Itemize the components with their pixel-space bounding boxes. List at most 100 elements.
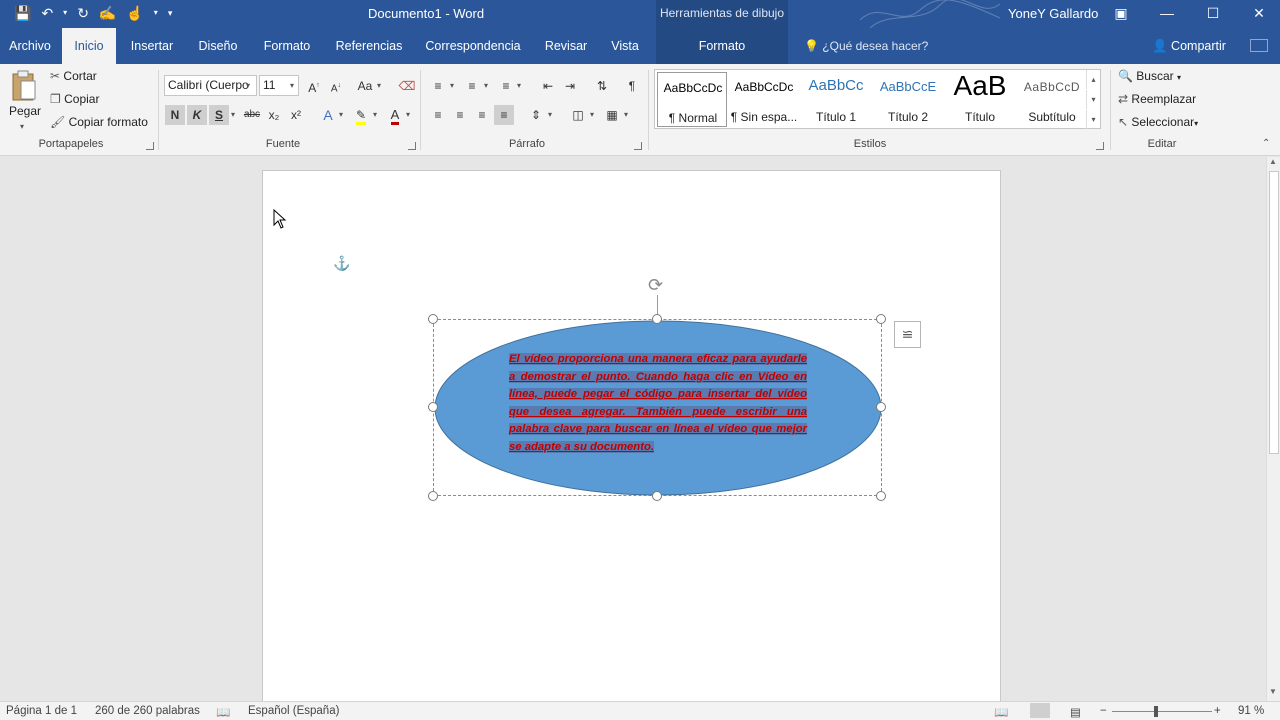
justify-icon[interactable]: ≡ <box>494 105 514 125</box>
minimize-button[interactable]: — <box>1144 0 1190 28</box>
italic-button[interactable]: K <box>187 105 207 125</box>
highlight-dropdown-icon[interactable]: ▾ <box>373 110 377 119</box>
numbering-icon[interactable]: ≡ <box>462 76 482 96</box>
zoom-in-icon[interactable]: + <box>1214 705 1221 717</box>
text-effects-dropdown-icon[interactable]: ▾ <box>339 110 343 119</box>
grow-font-icon[interactable]: A↑ <box>304 76 324 96</box>
shading-icon[interactable]: ◫ <box>568 105 588 125</box>
text-effects-icon[interactable]: A <box>318 105 338 125</box>
resize-handle-nw[interactable] <box>428 314 438 324</box>
ribbon-display-options-icon[interactable]: ▣ <box>1098 0 1144 28</box>
tab-inicio[interactable]: Inicio <box>62 28 116 64</box>
show-formatting-icon[interactable]: ¶ <box>622 76 642 96</box>
clear-formatting-icon[interactable]: ⌫ <box>397 76 417 96</box>
clipboard-launcher-icon[interactable] <box>146 142 154 150</box>
touch-pointer-icon[interactable]: ☝ <box>126 4 143 22</box>
resize-handle-sw[interactable] <box>428 491 438 501</box>
share-button[interactable]: 👤 Compartir <box>1152 28 1226 64</box>
tab-formato-drawing[interactable]: Formato <box>656 28 788 64</box>
decrease-indent-icon[interactable]: ⇤ <box>538 76 558 96</box>
style-heading-1[interactable]: AaBbCc Título 1 <box>801 72 871 127</box>
line-spacing-icon[interactable]: ⇕ <box>526 105 546 125</box>
align-left-icon[interactable]: ≡ <box>428 105 448 125</box>
language[interactable]: Español (España) <box>248 705 339 717</box>
resize-handle-se[interactable] <box>876 491 886 501</box>
style-subtitle[interactable]: AaBbCcD Subtítulo <box>1017 72 1087 127</box>
superscript-button[interactable]: x² <box>286 105 306 125</box>
styles-scroll-up-icon[interactable]: ▴ <box>1086 70 1100 89</box>
numbering-dropdown-icon[interactable]: ▾ <box>484 81 488 90</box>
align-right-icon[interactable]: ≡ <box>472 105 492 125</box>
shape-text[interactable]: El vídeo proporciona una manera eficaz p… <box>509 351 807 457</box>
multilevel-list-icon[interactable]: ≡ <box>496 76 516 96</box>
line-spacing-dropdown-icon[interactable]: ▾ <box>548 110 552 119</box>
tab-referencias[interactable]: Referencias <box>332 28 406 64</box>
tab-diseno[interactable]: Diseño <box>192 28 244 64</box>
undo-dropdown-icon[interactable]: ▾ <box>63 4 67 22</box>
styles-launcher-icon[interactable] <box>1096 142 1104 150</box>
underline-button[interactable]: S <box>209 105 229 125</box>
resize-handle-s[interactable] <box>652 491 662 501</box>
paste-button[interactable] <box>10 69 38 103</box>
align-center-icon[interactable]: ≡ <box>450 105 470 125</box>
tab-insertar[interactable]: Insertar <box>124 28 180 64</box>
tab-revisar[interactable]: Revisar <box>540 28 592 64</box>
paste-label[interactable]: Pegar <box>9 104 41 118</box>
tell-me-box[interactable]: 💡 ¿Qué desea hacer? <box>804 28 928 64</box>
zoom-level[interactable]: 91 % <box>1238 705 1264 717</box>
font-color-icon[interactable]: A <box>385 105 405 125</box>
multilevel-dropdown-icon[interactable]: ▾ <box>517 81 521 90</box>
font-name-input[interactable]: Calibri (Cuerpo <box>164 75 257 96</box>
rotate-handle-icon[interactable]: ⟳ <box>648 275 663 296</box>
styles-scroll-down-icon[interactable]: ▾ <box>1086 90 1100 109</box>
word-count[interactable]: 260 de 260 palabras <box>95 705 200 717</box>
undo-icon[interactable]: ↶ <box>41 4 53 22</box>
proofing-icon[interactable]: 📖 <box>216 705 230 719</box>
tab-archivo[interactable]: Archivo <box>0 28 60 64</box>
change-case-button[interactable]: Aa <box>355 76 375 96</box>
font-launcher-icon[interactable] <box>408 142 416 150</box>
save-icon[interactable]: 💾 <box>14 4 31 22</box>
tab-formato[interactable]: Formato <box>256 28 318 64</box>
font-color-dropdown-icon[interactable]: ▾ <box>406 110 410 119</box>
sort-icon[interactable]: ⇅ <box>592 76 612 96</box>
replace-button[interactable]: ⇄ Reemplazar <box>1118 92 1196 106</box>
style-normal[interactable]: AaBbCcDc ¶ Normal <box>657 72 727 127</box>
find-button[interactable]: 🔍 Buscar ▾ <box>1118 69 1181 83</box>
zoom-slider-thumb[interactable] <box>1154 706 1158 717</box>
read-mode-icon[interactable]: 📖 <box>994 705 1008 719</box>
font-size-dropdown-icon[interactable]: ▾ <box>290 81 294 90</box>
format-painter-button[interactable]: 🖌 Copiar formato <box>50 115 148 129</box>
resize-handle-e[interactable] <box>876 402 886 412</box>
layout-options-icon[interactable]: ≌ <box>894 321 921 348</box>
style-no-spacing[interactable]: AaBbCcDc ¶ Sin espa... <box>729 72 799 127</box>
resize-handle-w[interactable] <box>428 402 438 412</box>
touch-mode-icon[interactable]: ✍ <box>99 4 116 22</box>
borders-icon[interactable]: ▦ <box>602 105 622 125</box>
scroll-thumb[interactable] <box>1269 171 1279 454</box>
bullets-dropdown-icon[interactable]: ▾ <box>450 81 454 90</box>
vertical-scrollbar[interactable]: ▲ ▼ <box>1266 157 1280 701</box>
comments-icon[interactable] <box>1250 39 1268 52</box>
redo-icon[interactable]: ↻ <box>77 4 89 22</box>
increase-indent-icon[interactable]: ⇥ <box>560 76 580 96</box>
document-page[interactable]: ⚓ ⟳ ≌ El vídeo proporciona una manera ef… <box>262 170 1001 701</box>
select-button[interactable]: ↖ Seleccionar▾ <box>1118 115 1198 129</box>
scroll-down-icon[interactable]: ▼ <box>1269 687 1277 696</box>
touch-dropdown-icon[interactable]: ▾ <box>154 4 158 22</box>
change-case-dropdown-icon[interactable]: ▾ <box>377 81 381 90</box>
highlight-icon[interactable]: ✎ <box>351 105 371 125</box>
collapse-ribbon-icon[interactable]: ⌃ <box>1262 138 1270 149</box>
paste-dropdown-icon[interactable]: ▾ <box>20 122 24 131</box>
maximize-button[interactable]: ☐ <box>1190 0 1236 28</box>
close-button[interactable]: ✕ <box>1236 0 1280 28</box>
user-name[interactable]: YoneY Gallardo <box>1008 6 1098 21</box>
resize-handle-n[interactable] <box>652 314 662 324</box>
underline-dropdown-icon[interactable]: ▾ <box>231 110 235 119</box>
resize-handle-ne[interactable] <box>876 314 886 324</box>
zoom-slider[interactable] <box>1112 711 1212 712</box>
tab-vista[interactable]: Vista <box>604 28 646 64</box>
font-name-dropdown-icon[interactable]: ▾ <box>246 81 250 90</box>
styles-more-icon[interactable]: ▾ <box>1086 110 1100 129</box>
strikethrough-button[interactable]: abc <box>242 105 262 125</box>
